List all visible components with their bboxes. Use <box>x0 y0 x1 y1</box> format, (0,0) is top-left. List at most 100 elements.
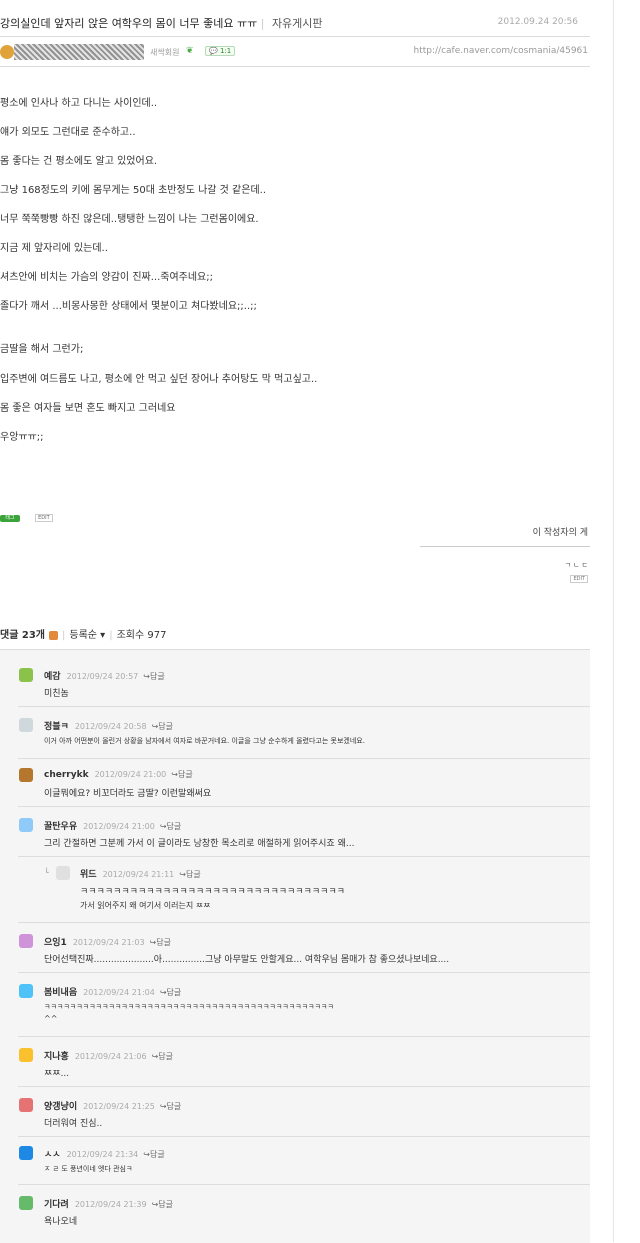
avatar-icon[interactable] <box>19 934 33 948</box>
comment-text: 이거 아까 어떤분이 올린거 상황을 남자에서 여자로 바꾼거네요. 이글을 그… <box>44 737 365 745</box>
tag-button[interactable]: 태그 <box>0 515 20 522</box>
post-line: 평소에 인사나 하고 다니는 사이인데.. <box>0 98 158 109</box>
reply-link[interactable]: ↪답글 <box>152 722 173 731</box>
avatar-icon[interactable] <box>19 668 33 682</box>
author-nickname-blurred <box>14 44 144 60</box>
comment-text: 미친놈 <box>44 689 69 699</box>
reply-link[interactable]: ↪답글 <box>152 1200 173 1209</box>
writer-mini-text: ㄱㄴㄷ <box>564 561 590 569</box>
comment-divider <box>18 972 590 973</box>
comment-nick[interactable]: 양갱냥이 <box>44 1102 77 1112</box>
avatar-icon[interactable] <box>19 1048 33 1062</box>
post-title: 강의실인데 앞자리 앉은 여학우의 몸이 너무 좋네요 ㅠㅠ <box>0 17 258 30</box>
avatar-icon[interactable] <box>19 1098 33 1112</box>
comment-date: 2012/09/24 21:00 <box>83 822 155 831</box>
comment-nick[interactable]: ㅅㅅ <box>44 1150 61 1160</box>
comment-date: 2012/09/24 21:34 <box>66 1150 139 1159</box>
writer-divider <box>420 546 590 547</box>
reply-link[interactable]: ↪답글 <box>171 770 192 779</box>
comment-date: 2012/09/24 21:04 <box>83 988 155 997</box>
comment-nick[interactable]: 꿀탄우유 <box>44 822 77 832</box>
author-divider <box>0 66 590 67</box>
edit-button[interactable]: EDIT <box>35 514 53 522</box>
writer-edit-button[interactable]: EDIT <box>570 575 588 583</box>
post-line: 우앙ㅠㅠ;; <box>0 432 44 443</box>
avatar-icon[interactable] <box>19 1196 33 1210</box>
comment-divider <box>18 806 590 807</box>
comment-nick[interactable]: cherrykk <box>44 770 89 780</box>
author-avatar-icon <box>0 45 14 59</box>
comment-nick[interactable]: 위드 <box>80 870 97 880</box>
comment-divider <box>18 856 590 857</box>
reply-link[interactable]: ↪답글 <box>143 672 164 681</box>
post-line: 졸다가 깨서 ...비몽사몽한 상태에서 몇분이고 쳐다봤네요;;..;; <box>0 301 257 312</box>
post-line: 지금 제 앞자리에 있는데.. <box>0 243 108 254</box>
comment-text: ㅈ ㄹ 도 풍년이네 엣다 관심ㅋ <box>44 1165 133 1173</box>
comment-divider <box>18 922 590 923</box>
member-grade: 새싹회원 <box>150 48 180 57</box>
comment-nick[interactable]: 예감 <box>44 672 61 682</box>
post-line: 금딸을 해서 그런가; <box>0 344 84 355</box>
board-link[interactable]: 자유게시판 <box>272 17 323 30</box>
comment-nick[interactable]: 정블ㅋ <box>44 722 69 732</box>
post-line: 입주변에 여드름도 나고, 평소에 안 먹고 싶던 장어나 추어탕도 막 먹고싶… <box>0 374 318 385</box>
comment-date: 2012/09/24 21:39 <box>74 1200 147 1209</box>
comment-date: 2012/09/24 20:58 <box>74 722 147 731</box>
avatar-icon[interactable] <box>19 818 33 832</box>
comment-divider <box>18 758 590 759</box>
writer-more-link[interactable]: 이 작성자의 게 <box>533 525 588 538</box>
avatar-icon[interactable] <box>56 866 70 880</box>
comment-text: 이글뭐에요? 비꼬더라도 금딸? 이런말왜써요 <box>44 789 212 799</box>
comment-nick[interactable]: 기다려 <box>44 1200 69 1210</box>
comment-divider <box>18 706 590 707</box>
comment-count[interactable]: 댓글 23개 <box>0 630 45 641</box>
post-date: 2012.09.24 20:56 <box>497 17 578 27</box>
comment-text: ㅋㅋㅋㅋㅋㅋㅋㅋㅋㅋㅋㅋㅋㅋㅋㅋㅋㅋㅋㅋㅋㅋㅋㅋㅋㅋㅋㅋㅋㅋㅋㅋ <box>80 887 345 897</box>
chat-badge[interactable]: 💬 1:1 <box>205 46 236 56</box>
comments-panel: 예감 2012/09/24 20:57 ↪답글 미친놈 정블ㅋ 2012/09/24 … <box>0 649 590 1243</box>
post-url[interactable]: http://cafe.naver.com/cosmania/45961 <box>414 46 588 56</box>
reply-link[interactable]: ↪답글 <box>143 1150 164 1159</box>
comment-text-line2: ^^ <box>44 1014 58 1023</box>
reply-link[interactable]: ↪답글 <box>160 988 181 997</box>
avatar-icon[interactable] <box>19 718 33 732</box>
avatar-icon[interactable] <box>19 1146 33 1160</box>
post-line: 너무 쭉쭉빵빵 하진 않은데..탱탱한 느낌이 나는 그런몸이에요. <box>0 214 259 225</box>
comment-text: ㅉㅉ... <box>44 1069 70 1079</box>
comment-nick[interactable]: 봄비내음 <box>44 988 77 998</box>
right-scroll-edge <box>613 0 614 1242</box>
comment-nick[interactable]: 으잉1 <box>44 938 67 948</box>
comment-nick[interactable]: 지나홍 <box>44 1052 69 1062</box>
reply-link[interactable]: ↪답글 <box>152 1052 173 1061</box>
post-line: 셔츠안에 비치는 가슴의 양감이 진짜...죽여주네요;; <box>0 272 213 283</box>
comment-text-line2: 가서 읽어주지 왜 여기서 이러는지 ㅉㅉ <box>80 901 211 910</box>
reply-link[interactable]: ↪답글 <box>179 870 200 879</box>
view-count: 조회수 977 <box>116 630 167 641</box>
post-line: 몸 좋은 여자들 보면 혼도 빠지고 그러네요 <box>0 403 176 414</box>
comments-bar: 댓글 23개 | 등록순 ▾ | 조회수 977 <box>0 630 167 641</box>
comment-text: 그리 간절하면 그분께 가서 이 글이라도 낭창한 목소리로 애절하게 읽어주시… <box>44 839 355 849</box>
tag-row: 태그 EDIT <box>0 504 53 523</box>
sprout-icon: ❦ <box>186 46 194 56</box>
comment-date: 2012/09/24 21:00 <box>94 770 167 779</box>
comment-date: 2012/09/24 21:03 <box>72 938 145 947</box>
sort-select[interactable]: 등록순 ▾ <box>69 630 105 641</box>
avatar-icon[interactable] <box>19 768 33 782</box>
comment-divider <box>18 1136 590 1137</box>
reply-link[interactable]: ↪답글 <box>150 938 171 947</box>
comment-date: 2012/09/24 20:57 <box>66 672 139 681</box>
reply-link[interactable]: ↪답글 <box>160 822 181 831</box>
comment-divider <box>18 1086 590 1087</box>
post-line: 얘가 외모도 그런대로 준수하고.. <box>0 127 136 138</box>
post-title-row: 강의실인데 앞자리 앉은 여학우의 몸이 너무 좋네요 ㅠㅠ | 자유게시판 2… <box>0 17 578 30</box>
comment-text: 단어선택진짜.....................아............… <box>44 955 450 965</box>
post-line: 몸 좋다는 건 평소에도 알고 있었어요. <box>0 156 158 167</box>
author-row: 새싹회원 ❦ 💬 1:1 http://cafe.naver.com/cosma… <box>0 43 590 63</box>
comment-divider <box>18 1036 590 1037</box>
comment-text: 더러워여 진심.. <box>44 1119 103 1129</box>
comment-divider <box>18 1184 590 1185</box>
reply-link[interactable]: ↪답글 <box>160 1102 181 1111</box>
avatar-icon[interactable] <box>19 984 33 998</box>
post-line: 그냥 168정도의 키에 몸무게는 50대 초반정도 나갈 것 같은데.. <box>0 185 266 196</box>
rss-icon[interactable] <box>49 630 58 640</box>
